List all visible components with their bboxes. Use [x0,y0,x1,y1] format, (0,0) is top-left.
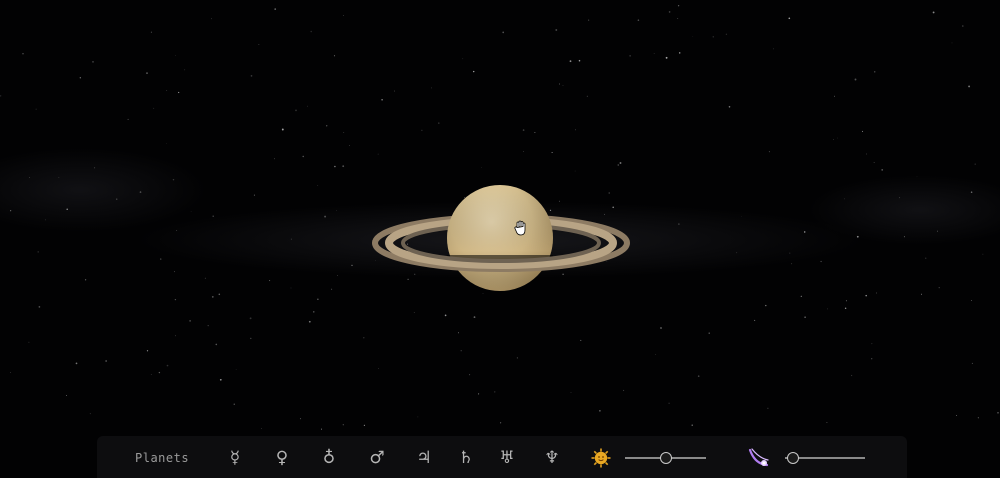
saturn-icon[interactable]: ♄ [455,447,477,469]
mars-icon[interactable]: ♂ [366,447,388,469]
neptune-icon[interactable]: ♆ [541,447,563,469]
hand-cursor-icon [514,220,526,236]
saturn-planet[interactable] [0,0,1000,478]
mercury-icon[interactable]: ☿ [224,447,246,469]
planets-label: Planets [135,451,190,465]
uranus-icon[interactable]: ♅ [496,447,518,469]
jupiter-icon[interactable]: ♃ [413,447,435,469]
sun-face-icon[interactable] [591,448,611,468]
sun-brightness-slider[interactable] [625,452,706,464]
earth-icon[interactable]: ♁ [318,447,340,469]
orbit-speed-slider[interactable] [785,452,865,464]
venus-icon[interactable]: ♀ [271,447,293,469]
space-viewport[interactable]: Planets ☿ ♀ ♁ ♂ ♃ ♄ ♅ ♆ [0,0,1000,478]
sun-slider-thumb[interactable] [659,452,672,464]
saturn-globe [447,185,553,291]
comet-orbit-icon[interactable] [747,446,771,470]
planet-toolbar: Planets ☿ ♀ ♁ ♂ ♃ ♄ ♅ ♆ [97,436,907,478]
orbit-slider-thumb[interactable] [787,452,799,464]
